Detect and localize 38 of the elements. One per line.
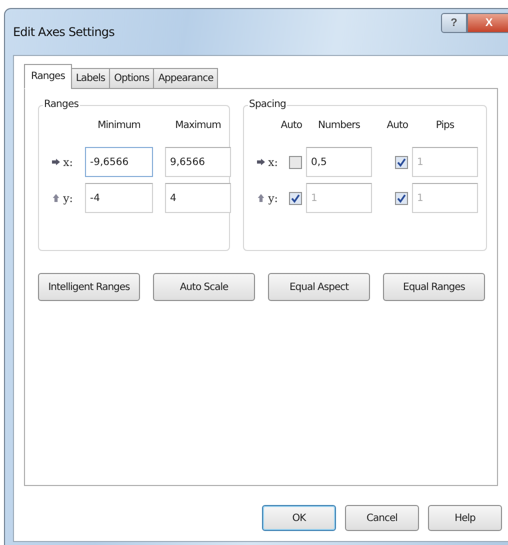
group-title: Ranges (43, 99, 80, 110)
up-arrow-icon (52, 194, 60, 202)
checkbox[interactable] (289, 156, 302, 168)
axis-label: y: (63, 192, 73, 204)
group-title: Spacing (248, 99, 287, 110)
column-header: Minimum (98, 120, 140, 131)
dialog-button[interactable]: Cancel (345, 505, 419, 531)
column-header: Numbers (318, 120, 360, 131)
tab[interactable]: Appearance (153, 68, 218, 89)
minimum-field[interactable]: -9,6566 (85, 147, 153, 177)
minimum-field[interactable]: -4 (85, 183, 153, 213)
dialog-button[interactable]: Help (428, 505, 502, 531)
checkbox[interactable] (289, 192, 302, 204)
window-title: Edit Axes Settings (13, 25, 114, 39)
axis-label: x: (268, 156, 278, 168)
action-button[interactable]: Intelligent Ranges (38, 273, 140, 301)
maximum-field[interactable]: 4 (165, 183, 231, 213)
right-arrow-icon (52, 158, 60, 166)
column-header: Pips (436, 120, 454, 131)
numbers-field[interactable]: 0,5 (306, 147, 372, 177)
help-button[interactable]: ? (441, 13, 467, 33)
column-header: Auto (386, 120, 408, 131)
checkbox[interactable] (395, 192, 408, 204)
checkbox[interactable] (395, 156, 408, 168)
action-button[interactable]: Auto Scale (153, 273, 255, 301)
up-arrow-icon (257, 194, 266, 202)
axis-label: y: (268, 192, 278, 204)
action-button[interactable]: Equal Aspect (268, 273, 370, 301)
column-header: Auto (280, 120, 302, 131)
dialog-button[interactable]: OK (262, 505, 336, 531)
axis-label: x: (63, 156, 73, 168)
tab[interactable]: Ranges (24, 64, 72, 89)
tab[interactable]: Labels (70, 68, 110, 89)
right-arrow-icon (257, 158, 266, 166)
tab[interactable]: Options (109, 68, 154, 89)
column-header: Maximum (175, 120, 221, 131)
action-button[interactable]: Equal Ranges (383, 273, 485, 301)
maximum-field[interactable]: 9,6566 (165, 147, 231, 177)
